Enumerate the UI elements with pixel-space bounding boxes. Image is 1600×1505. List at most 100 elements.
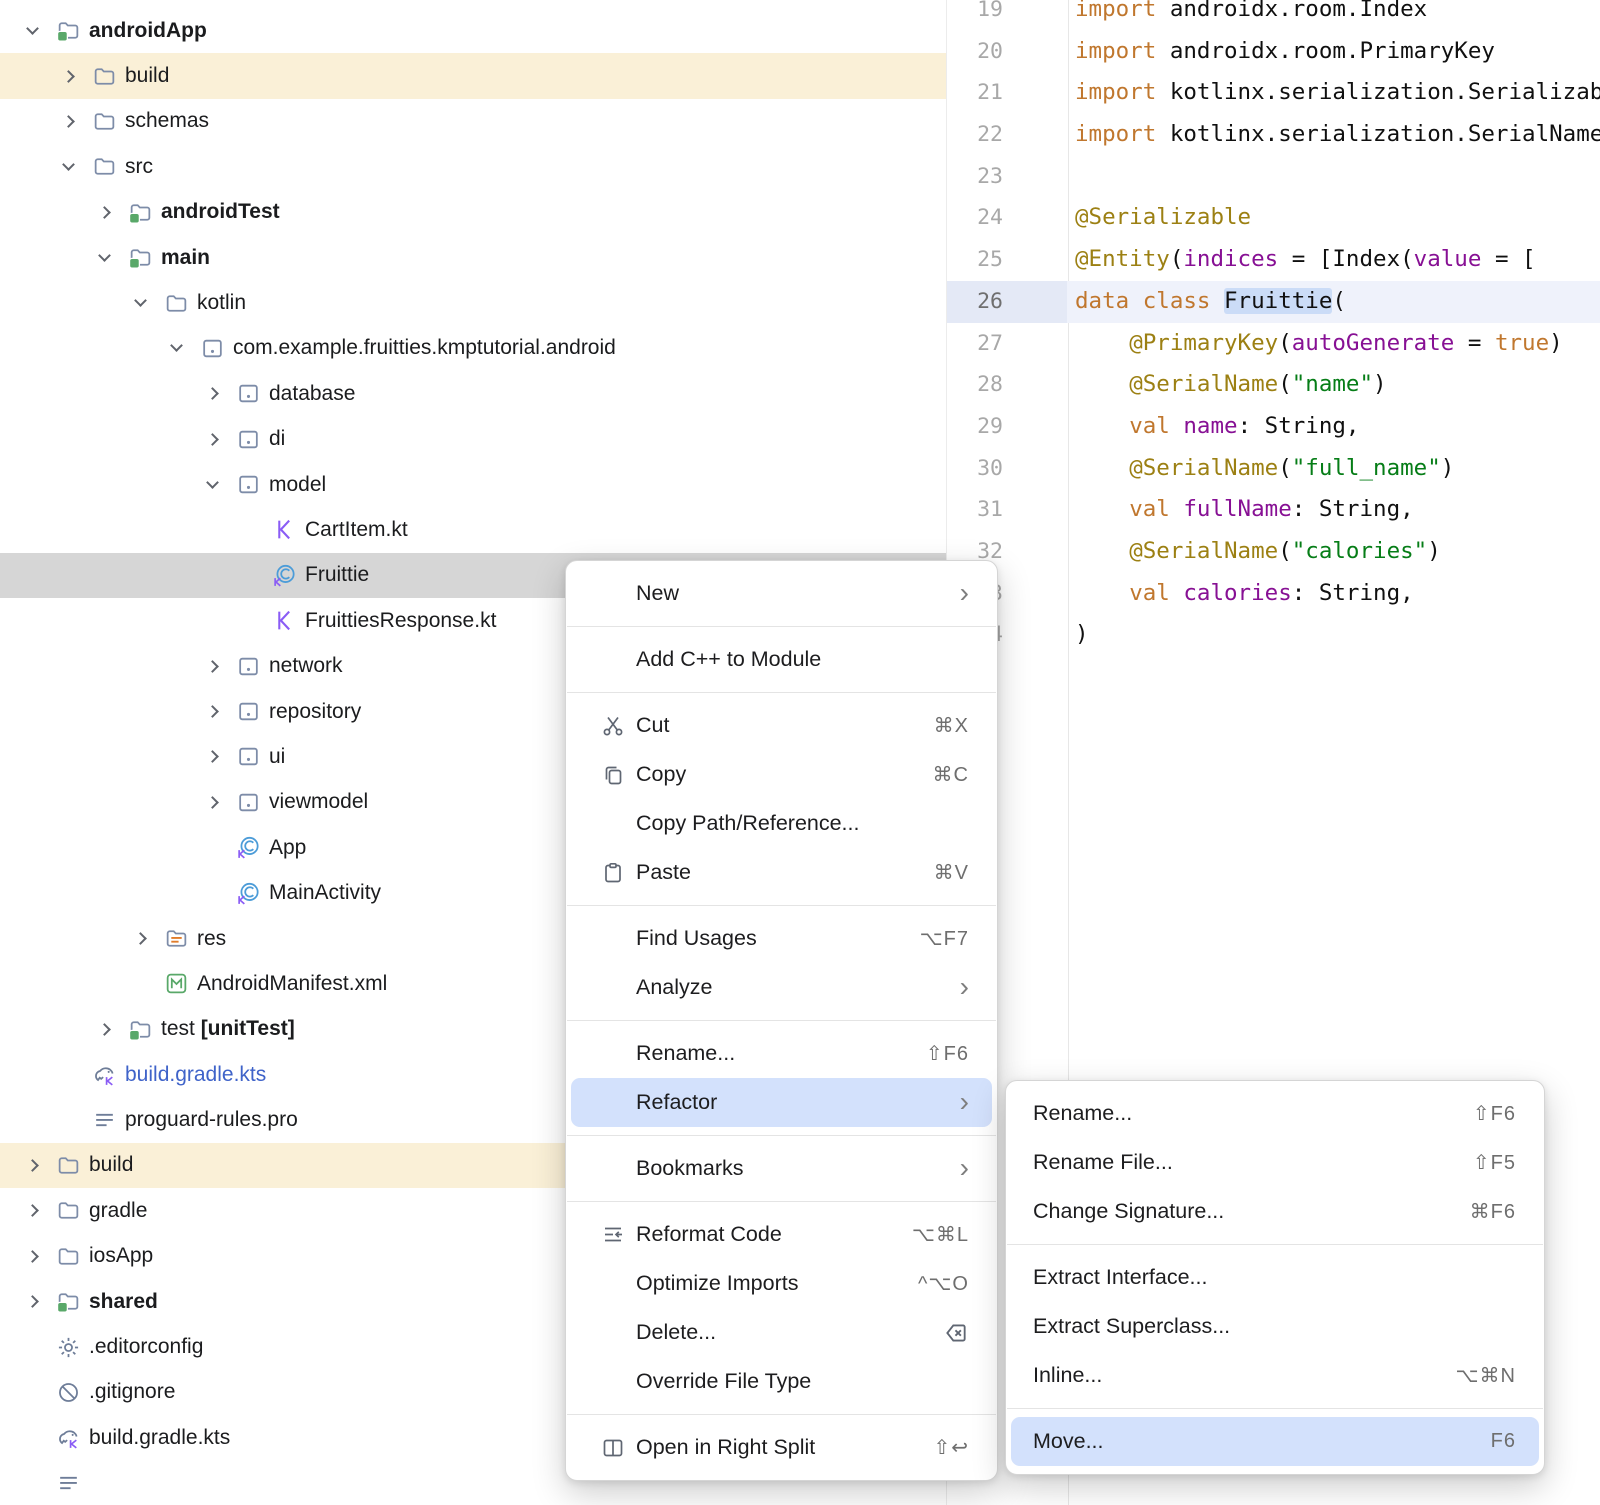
tree-item-androidtest[interactable]: androidTest bbox=[0, 190, 946, 235]
tree-item-build[interactable]: build bbox=[0, 53, 946, 98]
chevron-down-icon[interactable] bbox=[14, 8, 50, 53]
menu-item-change-signature[interactable]: Change Signature...⌘F6 bbox=[1011, 1187, 1539, 1236]
code-line-33[interactable]: 33 val calories: String, bbox=[947, 573, 1600, 615]
chevron-right-icon[interactable] bbox=[14, 1279, 50, 1324]
line-number[interactable]: 19 bbox=[947, 0, 1067, 31]
chevron-down-icon[interactable] bbox=[86, 235, 122, 280]
chevron-right-icon[interactable] bbox=[14, 1234, 50, 1279]
menu-item-find-usages[interactable]: Find Usages⌥F7 bbox=[571, 914, 992, 963]
code-line-34[interactable]: 34) bbox=[947, 614, 1600, 656]
tree-item-label: FruittiesResponse.kt bbox=[305, 609, 496, 633]
menu-item-new[interactable]: New› bbox=[571, 569, 992, 618]
code-line-21[interactable]: 21import kotlinx.serialization.Serializa… bbox=[947, 72, 1600, 114]
tree-item-main[interactable]: main bbox=[0, 235, 946, 280]
tree-item-src[interactable]: src bbox=[0, 144, 946, 189]
menu-item-rename[interactable]: Rename...⇧F6 bbox=[571, 1029, 992, 1078]
code-line-32[interactable]: 32 @SerialName("calories") bbox=[947, 531, 1600, 573]
menu-item-open-in-right-split[interactable]: Open in Right Split⇧↩ bbox=[571, 1423, 992, 1472]
code-line-19[interactable]: 19import androidx.room.Index bbox=[947, 0, 1600, 31]
chevron-down-icon[interactable] bbox=[194, 462, 230, 507]
chevron-right-icon[interactable] bbox=[14, 1188, 50, 1233]
menu-item-override-file-type[interactable]: Override File Type bbox=[571, 1357, 992, 1406]
line-number[interactable]: 28 bbox=[947, 364, 1067, 406]
menu-item-extract-superclass[interactable]: Extract Superclass... bbox=[1011, 1302, 1539, 1351]
menu-shortcut: ⌘V bbox=[934, 860, 969, 885]
code-line-20[interactable]: 20import androidx.room.PrimaryKey bbox=[947, 31, 1600, 73]
code-text bbox=[1067, 156, 1075, 198]
code-line-29[interactable]: 29 val name: String, bbox=[947, 406, 1600, 448]
code-line-26[interactable]: 26data class Fruittie( bbox=[947, 281, 1600, 323]
menu-item-paste[interactable]: Paste⌘V bbox=[571, 848, 992, 897]
menu-item-inline[interactable]: Inline...⌥⌘N bbox=[1011, 1351, 1539, 1400]
chevron-right-icon[interactable] bbox=[14, 1143, 50, 1188]
menu-item-optimize-imports[interactable]: Optimize Imports^⌥O bbox=[571, 1259, 992, 1308]
module-folder-icon bbox=[50, 8, 86, 53]
menu-item-add-c-to-module[interactable]: Add C++ to Module bbox=[571, 635, 992, 684]
tree-item-cartitem-kt[interactable]: CartItem.kt bbox=[0, 507, 946, 552]
chevron-spacer bbox=[194, 871, 230, 916]
gradle-file-icon bbox=[86, 1052, 122, 1097]
line-number[interactable]: 20 bbox=[947, 31, 1067, 73]
line-number[interactable]: 25 bbox=[947, 239, 1067, 281]
code-line-30[interactable]: 30 @SerialName("full_name") bbox=[947, 448, 1600, 490]
chevron-right-icon[interactable] bbox=[194, 734, 230, 779]
chevron-right-icon[interactable] bbox=[194, 780, 230, 825]
tree-item-label: viewmodel bbox=[269, 790, 368, 814]
line-number[interactable]: 26 bbox=[947, 281, 1067, 323]
menu-item-copy-path-reference[interactable]: Copy Path/Reference... bbox=[571, 799, 992, 848]
tree-item-label: src bbox=[125, 155, 153, 179]
tree-item-model[interactable]: model bbox=[0, 462, 946, 507]
ide-window: { "colors": { "menu_selection": "#D3E1FC… bbox=[0, 0, 1600, 1505]
menu-item-reformat-code[interactable]: Reformat Code⌥⌘L bbox=[571, 1210, 992, 1259]
code-line-27[interactable]: 27 @PrimaryKey(autoGenerate = true) bbox=[947, 323, 1600, 365]
chevron-down-icon[interactable] bbox=[122, 281, 158, 326]
menu-item-label: Rename... bbox=[1033, 1101, 1132, 1126]
menu-item-label: Add C++ to Module bbox=[636, 647, 821, 672]
tree-item-label: .editorconfig bbox=[89, 1335, 203, 1359]
chevron-right-icon[interactable] bbox=[50, 54, 86, 99]
tree-item-database[interactable]: database bbox=[0, 371, 946, 416]
menu-item-rename-file[interactable]: Rename File...⇧F5 bbox=[1011, 1138, 1539, 1187]
line-number[interactable]: 22 bbox=[947, 114, 1067, 156]
line-number[interactable]: 30 bbox=[947, 448, 1067, 490]
code-line-24[interactable]: 24@Serializable bbox=[947, 197, 1600, 239]
menu-item-rename[interactable]: Rename...⇧F6 bbox=[1011, 1089, 1539, 1138]
code-text: @Serializable bbox=[1067, 197, 1251, 239]
code-line-31[interactable]: 31 val fullName: String, bbox=[947, 489, 1600, 531]
chevron-right-icon[interactable] bbox=[86, 190, 122, 235]
menu-item-move[interactable]: Move...F6 bbox=[1011, 1417, 1539, 1466]
chevron-spacer bbox=[230, 598, 266, 643]
line-number[interactable]: 23 bbox=[947, 156, 1067, 198]
chevron-right-icon[interactable] bbox=[122, 916, 158, 961]
line-number[interactable]: 21 bbox=[947, 72, 1067, 114]
menu-item-delete[interactable]: Delete... bbox=[571, 1308, 992, 1357]
line-number[interactable]: 24 bbox=[947, 197, 1067, 239]
menu-item-bookmarks[interactable]: Bookmarks› bbox=[571, 1144, 992, 1193]
line-number[interactable]: 27 bbox=[947, 323, 1067, 365]
chevron-right-icon[interactable] bbox=[194, 371, 230, 416]
tree-item-androidapp[interactable]: androidApp bbox=[0, 8, 946, 53]
chevron-down-icon[interactable] bbox=[50, 144, 86, 189]
chevron-down-icon[interactable] bbox=[158, 326, 194, 371]
tree-item-kotlin[interactable]: kotlin bbox=[0, 280, 946, 325]
code-line-28[interactable]: 28 @SerialName("name") bbox=[947, 364, 1600, 406]
line-number[interactable]: 29 bbox=[947, 406, 1067, 448]
chevron-right-icon[interactable] bbox=[50, 99, 86, 144]
menu-item-copy[interactable]: Copy⌘C bbox=[571, 750, 992, 799]
menu-shortcut: F6 bbox=[1491, 1430, 1516, 1453]
menu-item-analyze[interactable]: Analyze› bbox=[571, 963, 992, 1012]
menu-item-cut[interactable]: Cut⌘X bbox=[571, 701, 992, 750]
line-number[interactable]: 31 bbox=[947, 489, 1067, 531]
chevron-right-icon[interactable] bbox=[194, 644, 230, 689]
tree-item-com-example-fruitties-kmptutorial-android[interactable]: com.example.fruitties.kmptutorial.androi… bbox=[0, 326, 946, 371]
tree-item-schemas[interactable]: schemas bbox=[0, 99, 946, 144]
chevron-right-icon[interactable] bbox=[194, 417, 230, 462]
code-line-25[interactable]: 25@Entity(indices = [Index(value = [ bbox=[947, 239, 1600, 281]
tree-item-di[interactable]: di bbox=[0, 417, 946, 462]
menu-item-extract-interface[interactable]: Extract Interface... bbox=[1011, 1253, 1539, 1302]
chevron-right-icon[interactable] bbox=[86, 1007, 122, 1052]
code-line-22[interactable]: 22import kotlinx.serialization.SerialNam… bbox=[947, 114, 1600, 156]
chevron-right-icon[interactable] bbox=[194, 689, 230, 734]
menu-item-refactor[interactable]: Refactor› bbox=[571, 1078, 992, 1127]
code-line-23[interactable]: 23 bbox=[947, 156, 1600, 198]
